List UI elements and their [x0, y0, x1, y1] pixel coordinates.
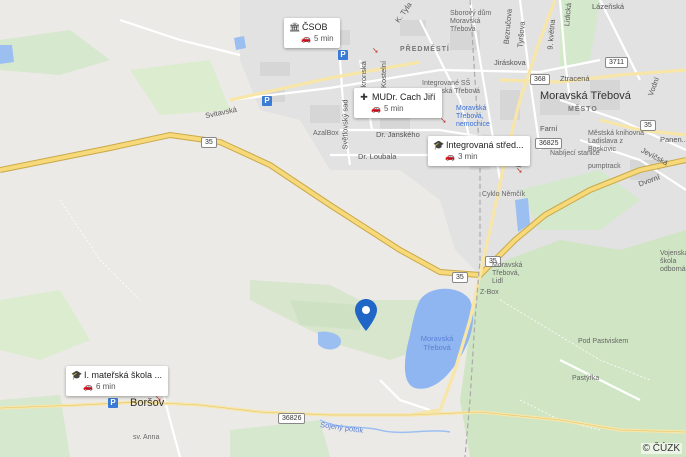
poi-card-duration: 3 min: [457, 152, 478, 161]
poi-card-title: I. mateřská škola ...: [84, 370, 163, 380]
direction-arrow-icon: ➘: [372, 46, 379, 55]
car-icon: 🚗: [371, 104, 381, 113]
parking-icon[interactable]: P: [262, 96, 272, 106]
poi-card-duration: 5 min: [313, 34, 334, 43]
school-icon: 🎓: [433, 140, 445, 150]
road-shield-35: 35: [640, 120, 656, 131]
road-shield-36826: 36826: [278, 413, 306, 424]
poi-card-duration: 5 min: [383, 104, 404, 113]
map-canvas[interactable]: 35 35 35 35 368 36825 3711 36826 P P P M…: [0, 0, 686, 457]
poi-card-title: MUDr. Cach Jiří: [372, 92, 436, 102]
bank-icon: 🏛: [289, 22, 301, 32]
poi-card-mudr-cach[interactable]: ✚ MUDr. Cach Jiří 🚗 5 min: [354, 88, 442, 118]
map-copyright[interactable]: © ČÚZK: [640, 443, 682, 454]
poi-card-materska-skola[interactable]: 🎓 I. mateřská škola ... 🚗 6 min: [66, 366, 169, 396]
poi-card-csob[interactable]: 🏛 ČSOB 🚗 5 min: [284, 18, 340, 48]
location-pin-icon[interactable]: [355, 299, 377, 331]
road-shield-35: 35: [485, 256, 501, 267]
road-shield-3711: 3711: [605, 57, 629, 68]
poi-card-duration: 6 min: [95, 382, 116, 391]
road-shield-35: 35: [452, 272, 468, 283]
car-icon: 🚗: [301, 34, 311, 43]
car-icon: 🚗: [83, 382, 93, 391]
parking-icon[interactable]: P: [338, 50, 348, 60]
school-icon: 🎓: [71, 370, 83, 380]
road-shield-368: 368: [530, 74, 550, 85]
road-shield-35: 35: [201, 137, 217, 148]
parking-icon[interactable]: P: [108, 398, 118, 408]
medical-icon: ✚: [360, 92, 368, 102]
poi-card-integrovana[interactable]: 🎓 Integrovaná střed... 🚗 3 min: [428, 136, 530, 166]
direction-arrow-icon: ➘: [516, 166, 523, 175]
road-shield-36825: 36825: [535, 138, 563, 149]
poi-card-title: Integrovaná střed...: [446, 140, 524, 150]
car-icon: 🚗: [445, 152, 455, 161]
poi-card-title: ČSOB: [302, 22, 328, 32]
